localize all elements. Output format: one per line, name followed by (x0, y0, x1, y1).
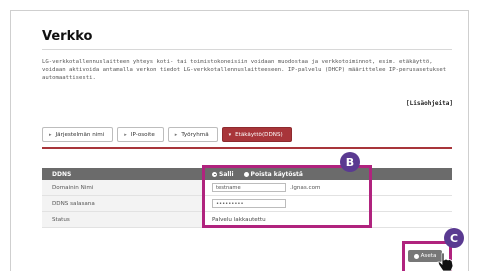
tab-ip-address[interactable]: ▸ IP-osoite (117, 127, 164, 142)
domain-label: Domainin Nimi (42, 180, 202, 195)
tab-bar: ▸ Järjestelmän nimi ▸ IP-osoite ▸ Työryhmä … (42, 127, 292, 142)
chevron-right-icon: ▸ (49, 131, 52, 138)
callout-b-badge: B (340, 152, 360, 172)
chevron-down-icon: ▾ (228, 131, 232, 138)
gear-icon (413, 253, 419, 259)
tab-remote-access[interactable]: ▾ Etäkäyttö(DDNS) (221, 127, 292, 142)
tab-system-name[interactable]: ▸ Järjestelmän nimi (42, 127, 114, 142)
page-title: Verkko (42, 29, 93, 44)
panel-divider (42, 147, 452, 149)
tab-label: Työryhmä (181, 131, 209, 138)
status-label: Status (42, 212, 202, 227)
chevron-right-icon: ▸ (174, 131, 178, 138)
callout-b-highlight (202, 165, 372, 228)
chevron-right-icon: ▸ (124, 131, 127, 138)
set-button-label: Aseta (420, 253, 437, 259)
tab-label: Järjestelmän nimi (55, 131, 105, 138)
help-link[interactable]: [Lisäohjeita] (406, 100, 453, 107)
password-label: DDNS salasana (42, 196, 202, 211)
title-divider (42, 49, 452, 50)
tab-label: Etäkäyttö(DDNS) (235, 131, 283, 138)
page-description: LG-verkkotallennuslaitteen yhteys koti- … (42, 59, 447, 81)
hand-cursor-icon (437, 252, 454, 271)
callout-c-badge: C (444, 228, 464, 248)
ddns-header-label: DDNS (52, 170, 72, 178)
tab-label: IP-osoite (130, 131, 155, 138)
tab-workgroup[interactable]: ▸ Työryhmä (167, 127, 218, 142)
